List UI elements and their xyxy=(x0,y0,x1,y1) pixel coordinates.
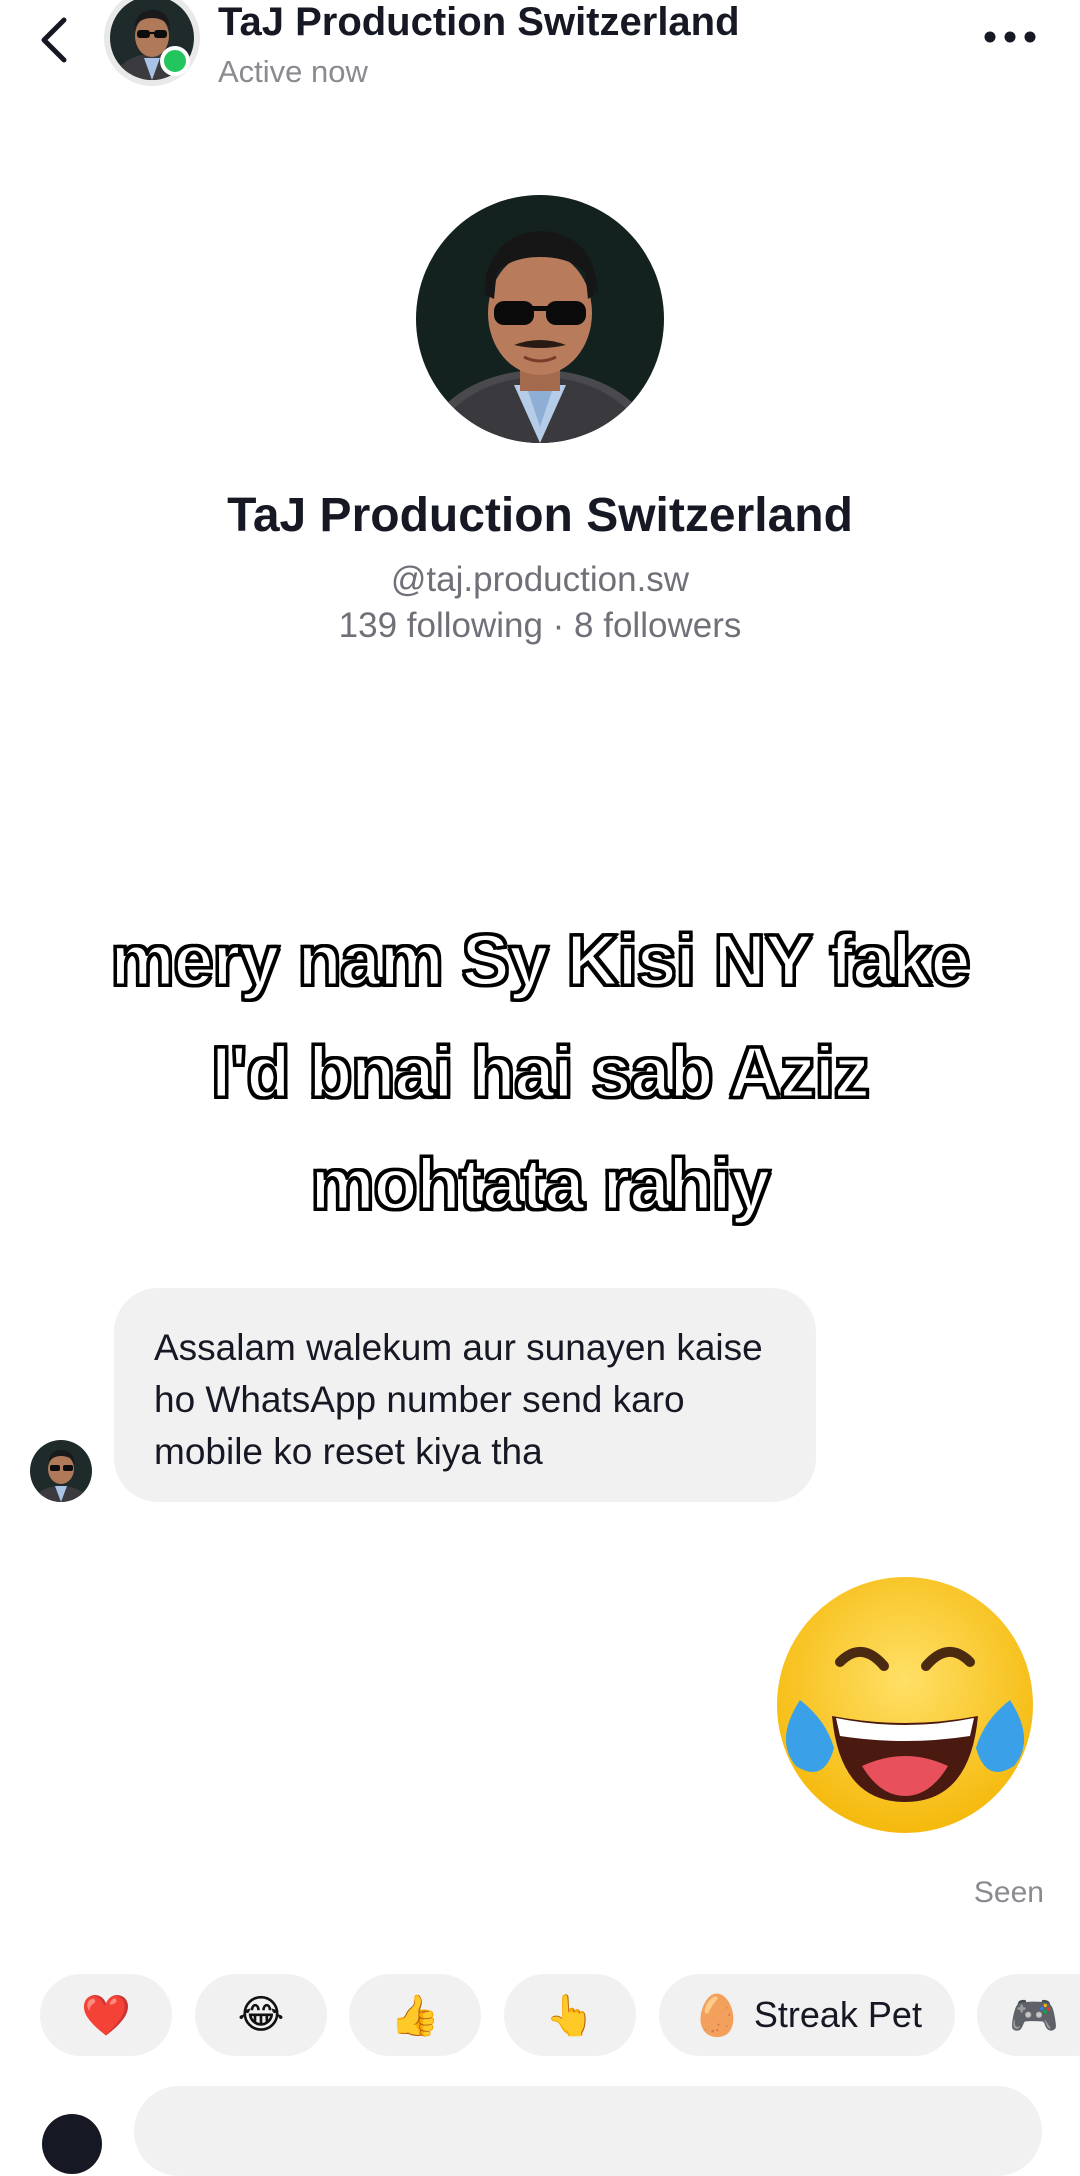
heart-icon: ❤️ xyxy=(81,1993,131,2038)
online-indicator xyxy=(160,46,190,76)
message-input[interactable] xyxy=(134,2086,1042,2176)
pointing-hand-icon: 👆 xyxy=(545,1993,595,2038)
back-arrow-icon[interactable] xyxy=(30,8,80,68)
incoming-message-bubble[interactable]: Assalam walekum aur sunayen kaise ho Wha… xyxy=(114,1288,816,1502)
overlay-line-1: mery nam Sy Kisi NY fake xyxy=(109,920,972,1003)
profile-stats: 139 following · 8 followers xyxy=(338,606,742,645)
more-options-icon[interactable] xyxy=(980,22,1040,52)
active-status: Active now xyxy=(218,54,368,89)
thumbs-up-icon: 👍 xyxy=(390,1993,440,2038)
overlay-line-3: mohtata rahiy xyxy=(309,1144,772,1227)
header-title: TaJ Production Switzerland xyxy=(218,0,740,44)
chat-header: TaJ Production Switzerland Active now xyxy=(0,0,1080,110)
quick-reaction-heart[interactable]: ❤️ xyxy=(40,1974,172,2056)
quick-reaction-thumbs-up[interactable]: 👍 xyxy=(349,1974,481,2056)
overlay-caption: mery nam Sy Kisi NY fake I'd bnai hai sa… xyxy=(40,905,1040,1241)
egg-icon: 🥚 xyxy=(692,1993,742,2038)
profile-name: TaJ Production Switzerland xyxy=(227,489,853,542)
quick-reactions-bar: ❤️ 😂 👍 👆 🥚 Streak Pet 🎮 xyxy=(40,1974,1080,2056)
games-button[interactable]: 🎮 xyxy=(977,1974,1080,2056)
quick-reaction-pointing[interactable]: 👆 xyxy=(504,1974,636,2056)
sender-avatar[interactable] xyxy=(30,1440,92,1502)
streak-pet-label: Streak Pet xyxy=(753,1994,922,2035)
header-avatar[interactable] xyxy=(104,0,200,86)
quick-reaction-laughing[interactable]: 😂 xyxy=(195,1974,327,2056)
game-controller-icon: 🎮 xyxy=(1009,1993,1059,2038)
profile-avatar[interactable] xyxy=(416,195,664,443)
laughing-tears-icon xyxy=(777,1577,1033,1833)
camera-icon[interactable] xyxy=(42,2114,102,2174)
streak-pet-button[interactable]: 🥚 Streak Pet xyxy=(659,1974,955,2056)
seen-receipt: Seen xyxy=(973,1876,1044,1909)
overlay-line-2: I'd bnai hai sab Aziz xyxy=(210,1032,872,1115)
message-input-bar xyxy=(0,2086,1080,2176)
outgoing-emoji-message[interactable] xyxy=(770,1570,1040,1840)
laughing-tears-icon: 😂 xyxy=(237,1993,285,2037)
profile-handle: @taj.production.sw xyxy=(390,560,690,599)
